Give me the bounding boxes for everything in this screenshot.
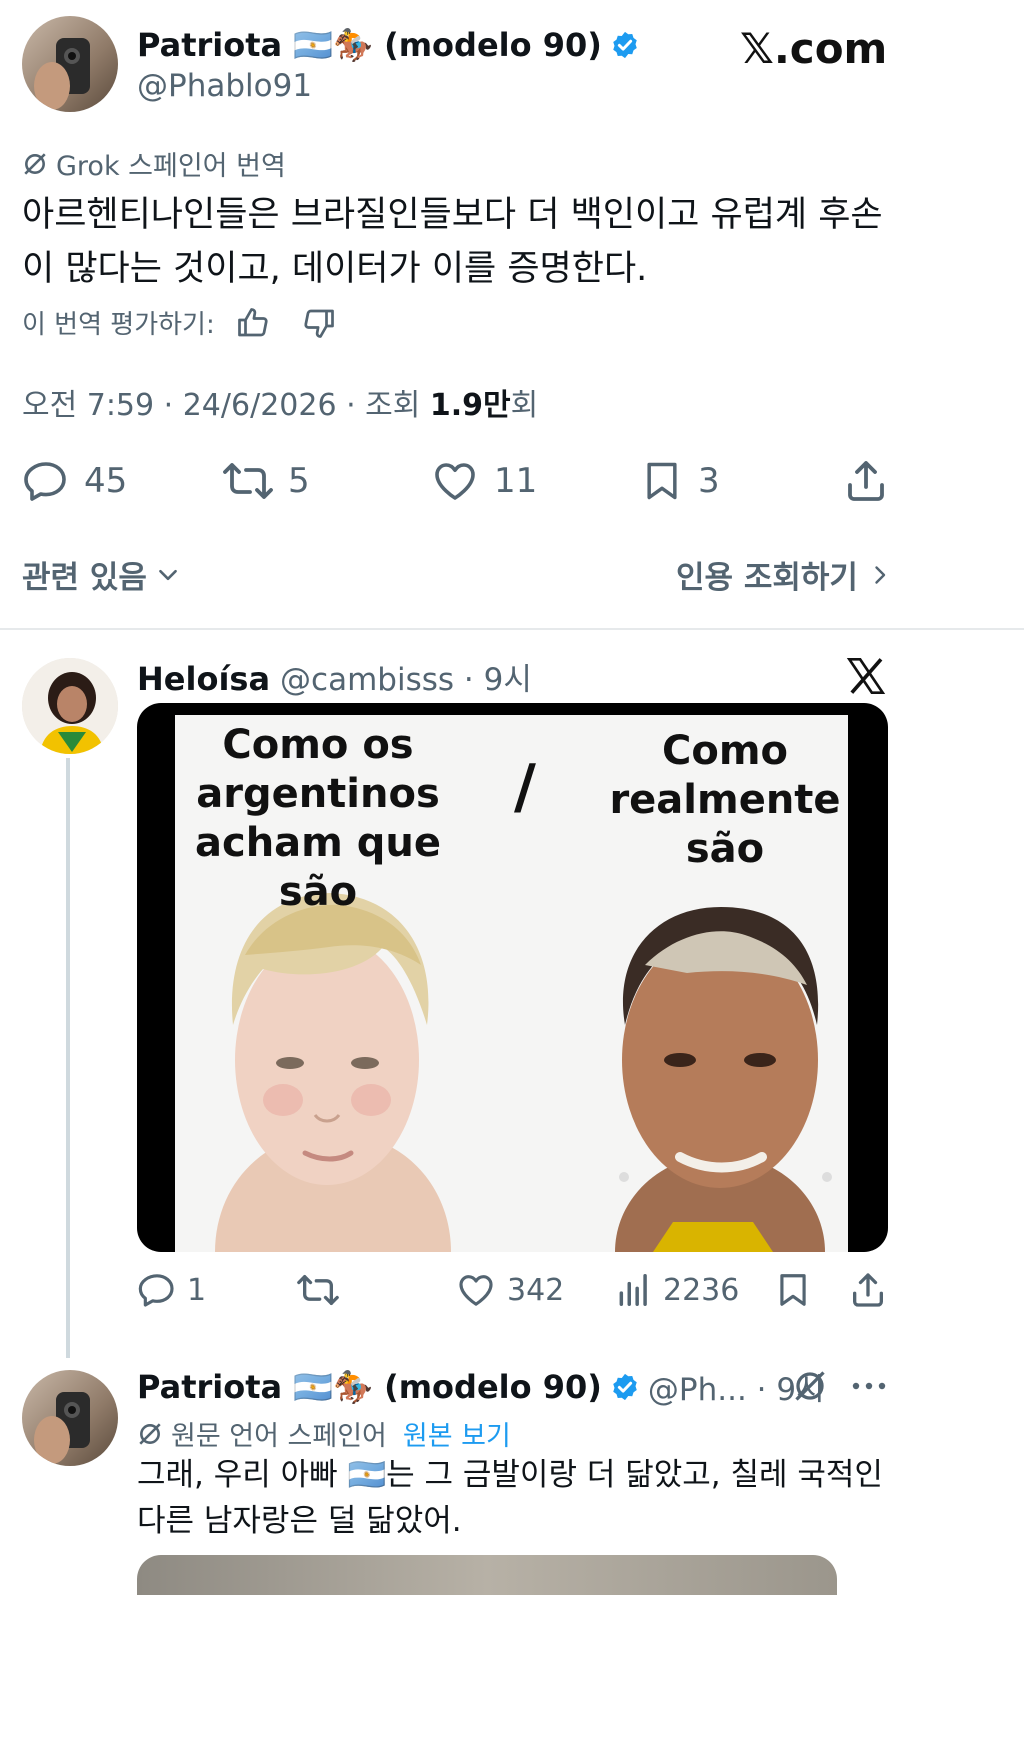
repost-count: 5 <box>288 461 310 501</box>
meme-slash: / <box>514 752 536 822</box>
reply2-media-preview[interactable] <box>137 1555 837 1595</box>
reply-button[interactable]: 45 <box>22 457 127 505</box>
reply1-handle-time[interactable]: @cambisss · 9시 <box>280 654 532 699</box>
bookmark-button[interactable]: 3 <box>640 457 720 505</box>
reply1-views-button[interactable]: 2236 <box>615 1270 739 1310</box>
analytics-icon <box>615 1270 653 1310</box>
grok-icon <box>792 1368 828 1404</box>
reply2-translation-note: 원문 언어 스페인어 원본 보기 <box>137 1414 511 1453</box>
reply2-grok-button[interactable] <box>792 1368 828 1404</box>
bookmark-count: 3 <box>698 461 720 501</box>
repost-icon <box>222 457 274 505</box>
bookmark-icon <box>640 457 684 505</box>
meme-right-caption: Como realmente são <box>605 727 845 874</box>
reply1-display-name[interactable]: Heloísa <box>137 660 270 698</box>
bookmark-icon <box>774 1270 812 1310</box>
x-logo-icon <box>846 656 886 696</box>
related-label: 관련 있음 <box>22 560 147 596</box>
meme-left-caption-line-3: acham que são <box>194 820 441 915</box>
reply2-text: 그래, 우리 아빠 🇦🇷는 그 금발이랑 더 닮았고, 칠레 국적인 다른 남자… <box>137 1452 883 1544</box>
reply2-display-name[interactable]: Patriota 🇦🇷🏇 (modelo 90) <box>137 1368 602 1406</box>
meme-right-caption-line-1: Como <box>662 728 788 774</box>
thumbs-up-icon[interactable] <box>235 305 271 341</box>
author-display-name: Patriota 🇦🇷🏇 (modelo 90) <box>137 26 602 64</box>
reply2-text-line-2: 다른 남자랑은 덜 닮았어. <box>137 1503 462 1539</box>
meme-right-caption-line-3: são <box>685 826 765 872</box>
tweet-text-line-1: 아르헨티나인들은 브라질인들보다 더 백인이고 유럽계 후손 <box>22 195 883 235</box>
view-quotes-label: 인용 조회하기 <box>676 560 858 596</box>
author-name-row[interactable]: Patriota 🇦🇷🏇 (modelo 90) <box>137 26 640 64</box>
reply2-header: Patriota 🇦🇷🏇 (modelo 90) @Ph... · 9시 <box>137 1364 825 1409</box>
tweet-timestamp[interactable]: 오전 7:59 · 24/6/2026 · 조회 <box>22 388 430 423</box>
reply1-view-count: 2236 <box>663 1272 740 1308</box>
thread-line <box>66 758 70 1358</box>
view-count-suffix: 회 <box>510 388 539 423</box>
view-quotes-link[interactable]: 인용 조회하기 <box>676 552 892 597</box>
share-icon <box>848 1270 888 1310</box>
meme-canvas: Como os argentinos acham que são / Como … <box>175 715 848 1252</box>
reply1-repost-button[interactable] <box>296 1270 340 1310</box>
thumbs-down-icon[interactable] <box>301 305 337 341</box>
view-count: 1.9만 <box>429 388 511 423</box>
reply1-avatar[interactable] <box>22 658 118 754</box>
translation-note-text: Grok 스페인어 번역 <box>56 151 286 182</box>
meme-image[interactable]: Como os argentinos acham que são / Como … <box>137 703 888 1252</box>
repost-button[interactable]: 5 <box>222 457 310 505</box>
rate-translation: 이 번역 평가하기: <box>22 304 337 341</box>
reply1-bookmark-button[interactable] <box>774 1270 812 1310</box>
grok-icon <box>22 151 48 177</box>
chevron-down-icon <box>155 562 181 588</box>
meme-right-caption-line-2: realmente <box>609 777 841 823</box>
meme-left-caption-line-2: argentinos <box>196 771 440 817</box>
reply1-reply-count: 1 <box>187 1272 207 1308</box>
meme-left-caption-line-1: Como os <box>222 722 414 768</box>
author-handle[interactable]: @Phablo91 <box>137 68 312 104</box>
reply1-like-count: 342 <box>507 1272 565 1308</box>
reply-icon <box>137 1270 177 1310</box>
like-count: 11 <box>494 461 538 501</box>
chevron-right-icon <box>868 562 892 588</box>
reply2-text-line-1: 그래, 우리 아빠 🇦🇷는 그 금발이랑 더 닮았고, 칠레 국적인 <box>137 1457 883 1493</box>
main-avatar[interactable] <box>22 16 118 112</box>
reply1-reply-button[interactable]: 1 <box>137 1270 206 1310</box>
heart-icon <box>430 457 480 505</box>
more-options-icon <box>850 1372 888 1400</box>
meme-left-caption: Como os argentinos acham que são <box>175 721 461 917</box>
like-button[interactable]: 11 <box>430 457 537 505</box>
show-original-link[interactable]: 원본 보기 <box>403 1414 511 1453</box>
tweet-text-line-2: 이 많다는 것이고, 데이터가 이를 증명한다. <box>22 249 648 289</box>
tweet-meta: 오전 7:59 · 24/6/2026 · 조회 1.9만회 <box>22 380 538 424</box>
tweet-text: 아르헨티나인들은 브라질인들보다 더 백인이고 유럽계 후손 이 많다는 것이고… <box>22 188 1002 296</box>
repost-icon <box>296 1270 340 1310</box>
reply-count: 45 <box>84 461 128 501</box>
verified-badge-icon <box>610 1372 640 1402</box>
verified-badge-icon <box>610 30 640 60</box>
share-button[interactable] <box>842 457 890 505</box>
reply1-header: Heloísa @cambisss · 9시 <box>137 654 532 699</box>
rate-translation-label: 이 번역 평가하기: <box>22 310 215 340</box>
reply1-share-button[interactable] <box>848 1270 888 1310</box>
translation-note: Grok 스페인어 번역 <box>22 144 286 183</box>
reply2-avatar[interactable] <box>22 1370 118 1466</box>
reply1-like-button[interactable]: 342 <box>455 1270 564 1310</box>
heart-icon <box>455 1270 497 1310</box>
x-com-watermark: 𝕏.com <box>740 24 888 73</box>
grok-icon <box>137 1421 163 1447</box>
reply-icon <box>22 457 70 505</box>
section-divider <box>0 628 1024 630</box>
reply2-translation-note-text: 원문 언어 스페인어 <box>171 1421 387 1452</box>
related-dropdown[interactable]: 관련 있음 <box>22 552 181 597</box>
reply2-more-button[interactable] <box>850 1372 888 1400</box>
share-icon <box>842 457 890 505</box>
